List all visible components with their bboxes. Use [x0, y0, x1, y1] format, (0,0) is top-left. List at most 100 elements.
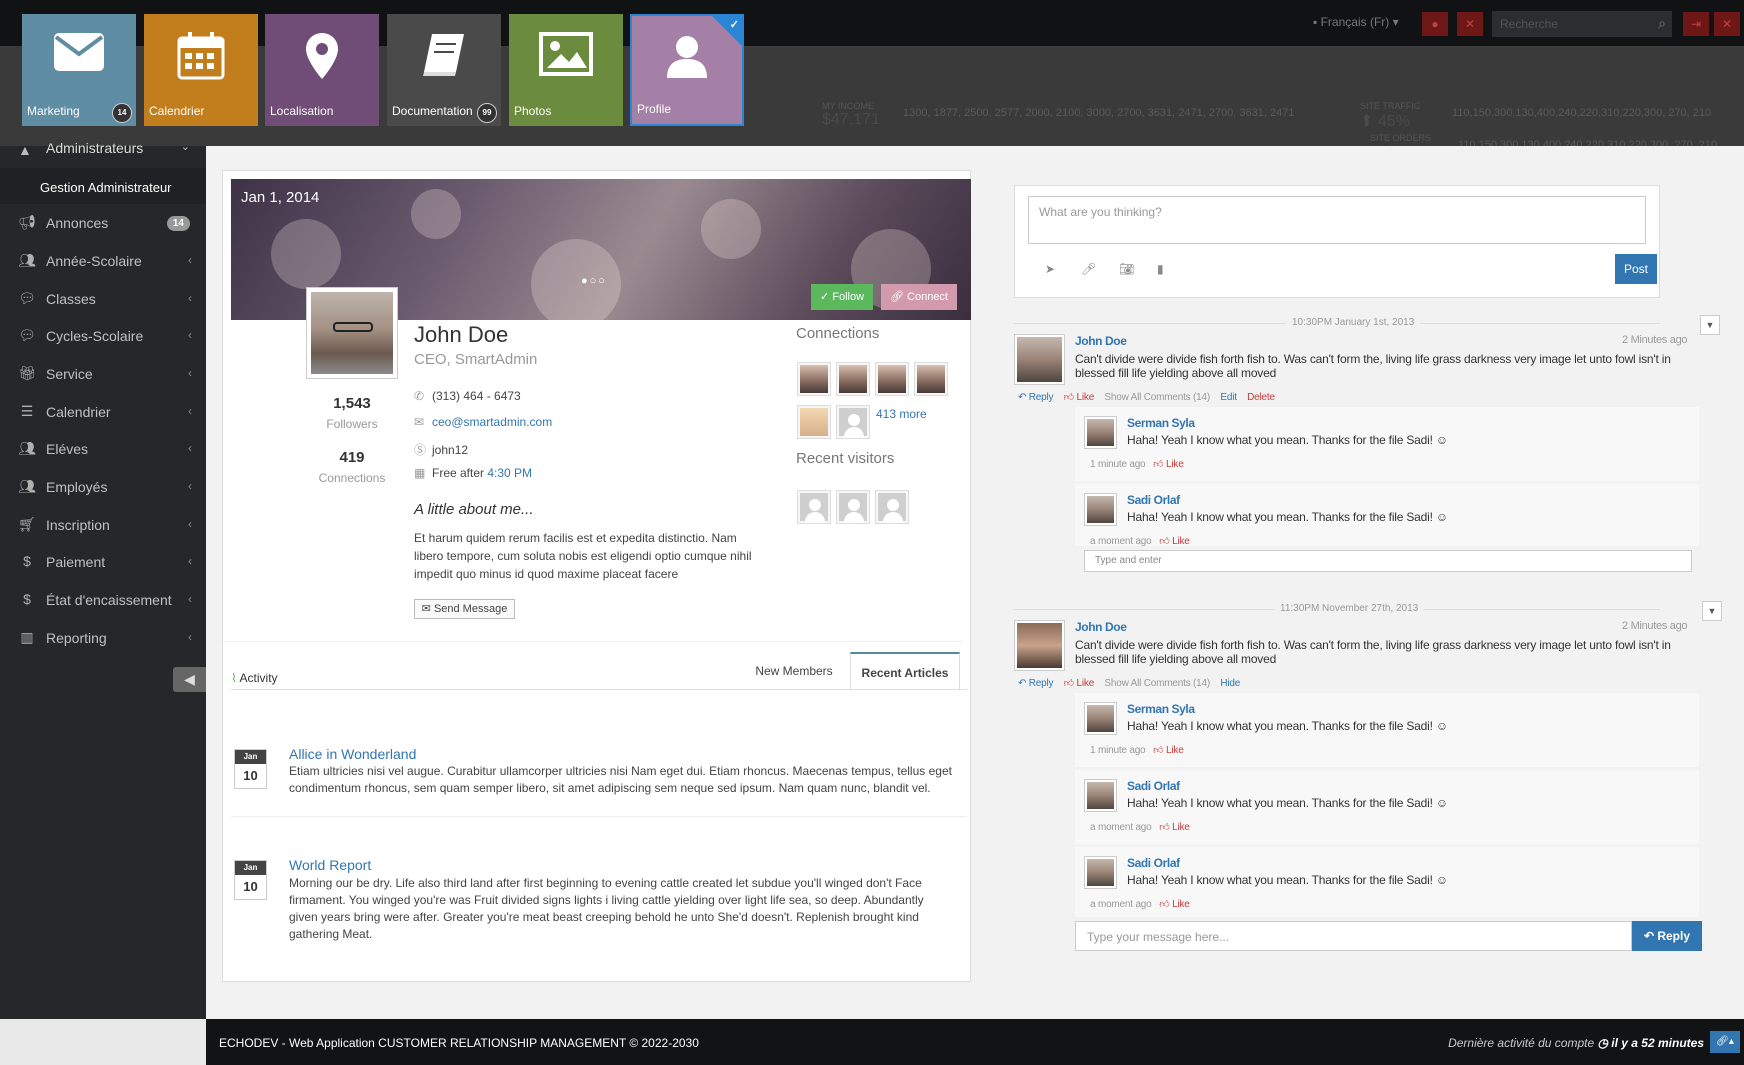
reply-avatar[interactable] — [1084, 856, 1117, 889]
tab-recent-articles[interactable]: Recent Articles — [850, 652, 960, 690]
users-icon: 👥︎ — [18, 478, 36, 494]
sidebar-item-calendrier[interactable]: ☰ Calendrier ‹ — [0, 395, 206, 431]
fullscreen-button[interactable]: ✕ — [1457, 12, 1483, 36]
search-input[interactable]: Recherche ⌕ — [1492, 11, 1672, 37]
link-icon: 🔗︎ — [889, 291, 908, 303]
tile-localisation[interactable]: Localisation — [265, 14, 379, 126]
like-link[interactable]: 👍︎ Like — [1153, 745, 1184, 756]
sidebar-item-service[interactable]: 🎁︎ Service ‹ — [0, 357, 206, 393]
reply-author[interactable]: Sadi Orlaf — [1127, 856, 1180, 870]
delete-link[interactable]: Delete — [1247, 392, 1275, 403]
message-input[interactable]: Type your message here... — [1075, 921, 1632, 951]
reply-avatar[interactable] — [1084, 493, 1117, 526]
close-button[interactable]: ✕ — [1714, 12, 1740, 36]
location-icon[interactable]: ➤ — [1045, 262, 1055, 276]
connection-avatar[interactable] — [836, 405, 870, 439]
comments-icon: 💬︎ — [18, 327, 36, 343]
reply-author[interactable]: Serman Syla — [1127, 416, 1195, 430]
connection-avatar[interactable] — [875, 362, 909, 396]
search-icon[interactable]: ⌕ — [1658, 15, 1666, 32]
chevron-left-icon: ‹ — [188, 328, 192, 342]
article-title[interactable]: World Report — [289, 857, 371, 873]
tile-badge: 14 — [112, 103, 132, 123]
sidebar-item-eleves[interactable]: 👥︎ Eléves ‹ — [0, 432, 206, 468]
traffic-value: ⬆ 45% — [1360, 113, 1410, 130]
email-row[interactable]: ✉ ceo@smartadmin.com — [414, 415, 552, 429]
post-textarea[interactable]: What are you thinking? — [1028, 196, 1646, 244]
reply-avatar[interactable] — [1084, 702, 1117, 735]
sidebar-item-employes[interactable]: 👥︎ Employés ‹ — [0, 470, 206, 506]
more-connections-link[interactable]: 413 more — [876, 407, 927, 421]
reply-avatar[interactable] — [1084, 416, 1117, 449]
connection-avatar[interactable] — [836, 362, 870, 396]
tile-photos[interactable]: Photos — [509, 14, 623, 126]
comment-author[interactable]: John Doe — [1075, 334, 1127, 348]
sidebar-item-reporting[interactable]: ▥ Reporting ‹ — [0, 621, 206, 657]
follow-button[interactable]: ✓ Follow — [811, 284, 873, 310]
reply-author[interactable]: Serman Syla — [1127, 702, 1195, 716]
post-button[interactable]: Post — [1615, 254, 1657, 284]
microphone-icon: ● — [1431, 17, 1439, 31]
sidebar-item-administrateurs[interactable]: ▲ Administrateurs ⌄ — [0, 140, 206, 166]
tab-new-members[interactable]: New Members — [751, 652, 837, 690]
send-message-button[interactable]: ✉ Send Message — [414, 599, 515, 619]
connection-avatar[interactable] — [914, 362, 948, 396]
hide-link[interactable]: Hide — [1220, 678, 1240, 689]
show-comments-link[interactable]: Show All Comments (14) — [1104, 678, 1210, 689]
show-comments-link[interactable]: Show All Comments (14) — [1104, 392, 1210, 403]
visitor-avatar[interactable] — [836, 490, 870, 524]
tile-marketing[interactable]: Marketing 14 — [22, 14, 136, 126]
reply-author[interactable]: Sadi Orlaf — [1127, 779, 1180, 793]
tile-documentation[interactable]: Documentation 99 — [387, 14, 501, 126]
connection-avatar[interactable] — [797, 405, 831, 439]
comment-avatar[interactable] — [1014, 620, 1065, 671]
tile-calendrier[interactable]: Calendrier — [144, 14, 258, 126]
like-link[interactable]: 👍︎ Like — [1159, 822, 1190, 833]
activity-menu-button[interactable]: 🔗︎▴ — [1710, 1031, 1740, 1053]
sidebar-item-cycles-scolaire[interactable]: 💬︎ Cycles-Scolaire ‹ — [0, 319, 206, 355]
article-title[interactable]: Allice in Wonderland — [289, 746, 416, 762]
comment-avatar[interactable] — [1014, 334, 1065, 385]
sidebar-item-annonces[interactable]: 📢︎ Annonces 14 — [0, 206, 206, 242]
connect-button[interactable]: 🔗︎ Connect — [881, 284, 957, 310]
tile-profile[interactable]: Profile ✓ — [630, 14, 744, 126]
chevron-left-icon: ‹ — [188, 592, 192, 606]
reply-link[interactable]: ↶ Reply — [1018, 392, 1054, 403]
visitor-avatar[interactable] — [875, 490, 909, 524]
comment-author[interactable]: John Doe — [1075, 620, 1127, 634]
calendar-icon — [144, 32, 258, 83]
sidebar-subitem-gestion-administrateur[interactable]: Gestion Administrateur — [0, 168, 206, 204]
edit-link[interactable]: Edit — [1220, 392, 1237, 403]
like-link[interactable]: 👍︎ Like — [1153, 459, 1184, 470]
user-icon: ▲ — [18, 142, 32, 158]
logout-button[interactable]: ⇥ — [1683, 12, 1709, 36]
chevron-left-icon: ‹ — [188, 630, 192, 644]
language-selector[interactable]: ▪ Français (Fr) ▾ — [1313, 15, 1399, 29]
microphone-button[interactable]: ● — [1422, 12, 1448, 36]
like-link[interactable]: 👍︎ Like — [1064, 392, 1095, 403]
like-link[interactable]: 👍︎ Like — [1159, 899, 1190, 910]
camera-icon[interactable]: 📷︎ — [1119, 262, 1134, 276]
like-link[interactable]: 👍︎ Like — [1064, 678, 1095, 689]
sidebar-item-etat-encaissement[interactable]: $ État d'encaissement ‹ — [0, 583, 206, 619]
reply-button[interactable]: ↶ Reply — [1632, 921, 1702, 951]
sidebar-item-classes[interactable]: 💬︎ Classes ‹ — [0, 282, 206, 318]
sidebar-item-paiement[interactable]: $ Paiement ‹ — [0, 545, 206, 581]
income-label: MY INCOME — [822, 101, 874, 111]
reply-input[interactable]: Type and enter — [1084, 550, 1692, 572]
thread-menu-button[interactable]: ▼ — [1702, 601, 1722, 621]
file-icon[interactable]: ▮ — [1157, 262, 1164, 276]
reply-link[interactable]: ↶ Reply — [1018, 678, 1054, 689]
collapse-sidebar-button[interactable]: ◀ — [173, 667, 206, 692]
microphone-icon[interactable]: 🎤︎ — [1081, 262, 1096, 276]
visitor-avatar[interactable] — [797, 490, 831, 524]
thread-menu-button[interactable]: ▼ — [1700, 315, 1720, 335]
connection-avatar[interactable] — [797, 362, 831, 396]
like-link[interactable]: 👍︎ Like — [1159, 536, 1190, 547]
sidebar-item-inscription[interactable]: 🛒︎ Inscription ‹ — [0, 508, 206, 544]
reply-avatar[interactable] — [1084, 779, 1117, 812]
sidebar-item-annee-scolaire[interactable]: 👥︎ Année-Scolaire ‹ — [0, 244, 206, 280]
comment-time: 2 Minutes ago — [1622, 334, 1688, 346]
reply-author[interactable]: Sadi Orlaf — [1127, 493, 1180, 507]
carousel-indicators[interactable]: ●○○ — [581, 275, 607, 287]
